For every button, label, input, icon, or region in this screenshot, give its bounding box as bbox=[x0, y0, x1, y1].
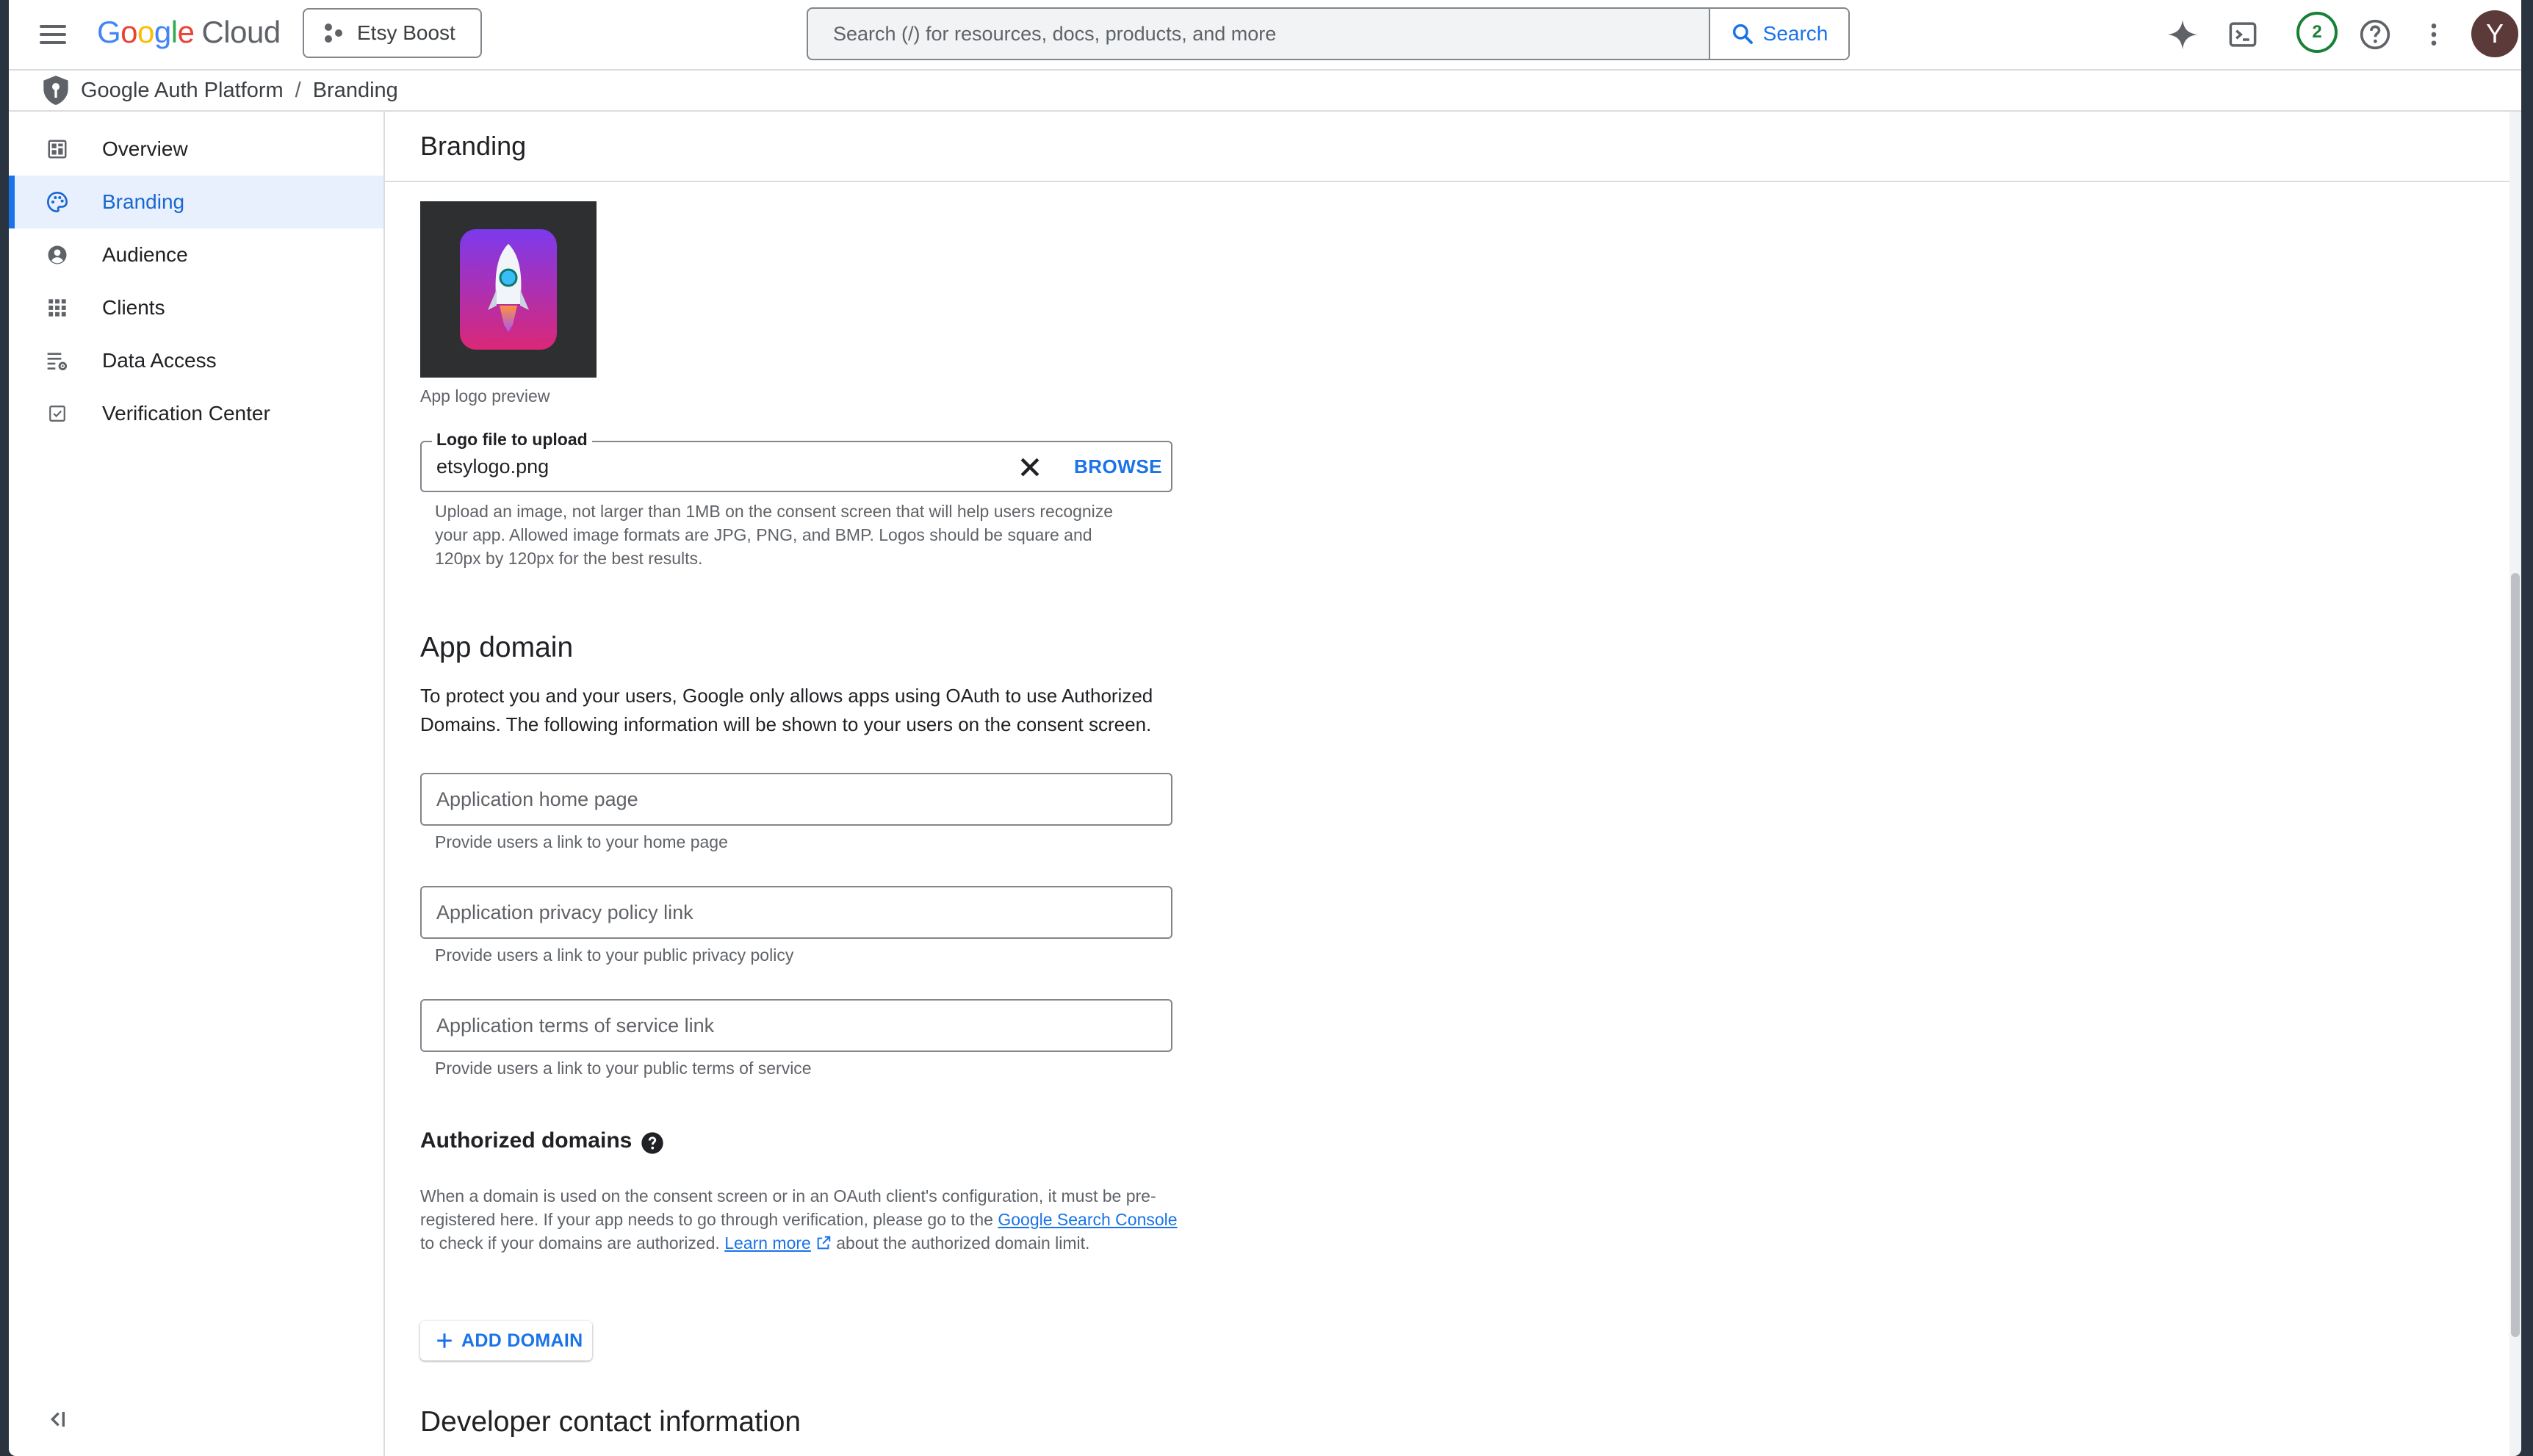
help-circle-icon[interactable] bbox=[641, 1131, 664, 1155]
search-button-label: Search bbox=[1762, 22, 1828, 45]
project-icon bbox=[323, 22, 345, 44]
sidebar-item-label: Verification Center bbox=[102, 402, 270, 425]
notifications-badge[interactable]: 2 bbox=[2296, 12, 2338, 53]
privacy-policy-input[interactable] bbox=[420, 886, 1172, 939]
authorized-domains-description: When a domain is used on the consent scr… bbox=[420, 1186, 1178, 1253]
breadcrumb-current: Branding bbox=[312, 78, 398, 102]
avatar[interactable]: Y bbox=[2471, 10, 2518, 57]
palette-icon bbox=[43, 187, 72, 217]
main-content: Branding App logo preview Logo file to u… bbox=[385, 112, 2521, 1456]
rocket-logo-image bbox=[460, 229, 557, 350]
authorized-domains-heading: Authorized domains bbox=[420, 1128, 633, 1153]
developer-contact-heading: Developer contact information bbox=[420, 1406, 801, 1438]
breadcrumb-separator: / bbox=[295, 78, 301, 102]
google-cloud-logo[interactable]: Google Cloud bbox=[97, 15, 281, 50]
sidebar-item-data-access[interactable]: Data Access bbox=[9, 334, 383, 387]
project-picker-button[interactable]: Etsy Boost bbox=[303, 8, 482, 58]
sidebar-item-label: Data Access bbox=[102, 349, 217, 372]
scrollbar-thumb[interactable] bbox=[2511, 573, 2520, 1337]
sidebar-item-overview[interactable]: Overview bbox=[9, 123, 383, 176]
terms-of-service-hint: Provide users a link to your public term… bbox=[435, 1059, 812, 1078]
add-domain-label: ADD DOMAIN bbox=[461, 1330, 583, 1351]
sidebar-item-label: Clients bbox=[102, 296, 165, 319]
breadcrumb-parent[interactable]: Google Auth Platform bbox=[81, 79, 284, 103]
home-page-input[interactable] bbox=[420, 773, 1172, 826]
logo-file-hint: Upload an image, not larger than 1MB on … bbox=[435, 502, 1114, 568]
home-page-hint: Provide users a link to your home page bbox=[435, 832, 728, 851]
logo-preview-caption: App logo preview bbox=[420, 386, 550, 406]
add-domain-button[interactable]: ADD DOMAIN bbox=[420, 1321, 592, 1361]
search-bar: Search bbox=[807, 7, 1850, 60]
page-header: Branding bbox=[385, 112, 2521, 182]
checkbox-icon bbox=[43, 399, 72, 428]
search-button[interactable]: Search bbox=[1709, 9, 1848, 59]
page-title: Branding bbox=[420, 131, 527, 161]
app-logo-preview bbox=[420, 201, 597, 378]
cloud-shell-terminal-icon[interactable] bbox=[2224, 16, 2261, 53]
search-input[interactable] bbox=[808, 9, 1709, 59]
close-icon[interactable] bbox=[1015, 453, 1045, 482]
sidebar-item-verification-center[interactable]: Verification Center bbox=[9, 387, 383, 440]
account-circle-icon bbox=[43, 240, 72, 270]
plus-icon bbox=[437, 1333, 452, 1348]
project-name: Etsy Boost bbox=[357, 21, 455, 44]
main-menu-icon[interactable] bbox=[35, 18, 69, 51]
privacy-policy-hint: Provide users a link to your public priv… bbox=[435, 945, 794, 965]
dashboard-icon bbox=[43, 134, 72, 164]
logo-file-field[interactable]: Logo file to upload etsylogo.png BROWSE bbox=[420, 430, 1172, 492]
top-bar: GoogleCloud Etsy Boost Search 2 Y bbox=[9, 0, 2521, 71]
apps-grid-icon bbox=[43, 293, 72, 322]
sidebar-item-audience[interactable]: Audience bbox=[9, 228, 383, 281]
sidebar-item-label: Overview bbox=[102, 137, 188, 160]
logo-file-label: Logo file to upload bbox=[432, 430, 592, 450]
sidebar-item-clients[interactable]: Clients bbox=[9, 281, 383, 334]
search-icon bbox=[1732, 24, 1753, 44]
terms-of-service-input[interactable] bbox=[420, 999, 1172, 1052]
data-settings-icon bbox=[43, 346, 72, 375]
open-in-new-icon bbox=[817, 1236, 831, 1250]
sidebar: Overview Branding Audience Clients Data … bbox=[9, 112, 385, 1456]
gemini-sparkle-icon[interactable] bbox=[2164, 16, 2201, 53]
google-search-console-link[interactable]: Google Search Console bbox=[998, 1210, 1177, 1229]
browse-button[interactable]: BROWSE bbox=[1074, 455, 1162, 478]
sidebar-item-branding[interactable]: Branding bbox=[9, 176, 383, 228]
breadcrumb: Google Auth Platform / Branding bbox=[9, 71, 2521, 112]
logo-file-value: etsylogo.png bbox=[436, 455, 550, 477]
learn-more-link[interactable]: Learn more bbox=[724, 1233, 811, 1253]
app-domain-heading: App domain bbox=[420, 632, 574, 663]
app-window: GoogleCloud Etsy Boost Search 2 Y bbox=[9, 0, 2521, 1456]
sidebar-item-label: Audience bbox=[102, 243, 188, 266]
help-icon[interactable] bbox=[2357, 16, 2393, 53]
more-vert-icon[interactable] bbox=[2415, 16, 2452, 53]
collapse-sidebar-icon[interactable] bbox=[43, 1405, 72, 1434]
sidebar-item-label: Branding bbox=[102, 190, 185, 213]
shield-icon bbox=[43, 76, 68, 105]
app-domain-description: To protect you and your users, Google on… bbox=[420, 685, 1153, 735]
